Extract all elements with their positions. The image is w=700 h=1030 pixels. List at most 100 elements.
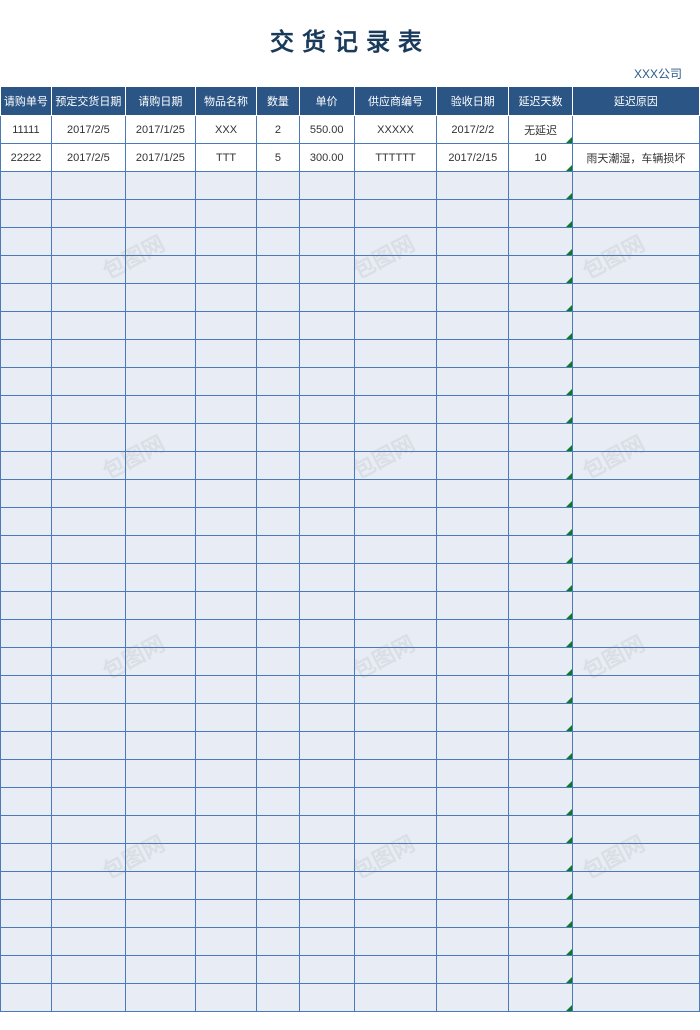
cell-empty[interactable] xyxy=(437,228,509,256)
cell-empty[interactable] xyxy=(257,900,299,928)
cell-empty[interactable] xyxy=(125,228,195,256)
cell-empty[interactable] xyxy=(572,200,699,228)
cell-empty[interactable] xyxy=(299,424,354,452)
cell-empty[interactable] xyxy=(1,564,52,592)
cell-empty[interactable] xyxy=(51,676,125,704)
cell-empty[interactable] xyxy=(572,984,699,1012)
cell-empty[interactable] xyxy=(1,172,52,200)
cell-empty[interactable] xyxy=(257,928,299,956)
cell-empty[interactable] xyxy=(195,872,256,900)
cell-empty[interactable] xyxy=(195,452,256,480)
cell-empty[interactable] xyxy=(437,424,509,452)
cell-order_no[interactable]: 11111 xyxy=(1,116,52,144)
cell-empty[interactable] xyxy=(257,956,299,984)
cell-unit_price[interactable]: 550.00 xyxy=(299,116,354,144)
cell-empty[interactable] xyxy=(572,480,699,508)
cell-empty[interactable] xyxy=(257,284,299,312)
cell-empty[interactable] xyxy=(125,536,195,564)
cell-scheduled_date[interactable]: 2017/2/5 xyxy=(51,144,125,172)
cell-empty[interactable] xyxy=(125,760,195,788)
cell-empty[interactable] xyxy=(257,172,299,200)
cell-empty[interactable] xyxy=(257,200,299,228)
cell-empty[interactable] xyxy=(195,172,256,200)
cell-empty[interactable] xyxy=(437,284,509,312)
cell-empty[interactable] xyxy=(299,648,354,676)
cell-empty[interactable] xyxy=(299,340,354,368)
cell-empty[interactable] xyxy=(437,760,509,788)
cell-empty[interactable] xyxy=(51,620,125,648)
cell-empty[interactable] xyxy=(509,312,573,340)
cell-quantity[interactable]: 2 xyxy=(257,116,299,144)
cell-empty[interactable] xyxy=(437,592,509,620)
cell-empty[interactable] xyxy=(354,312,437,340)
cell-empty[interactable] xyxy=(572,340,699,368)
cell-empty[interactable] xyxy=(257,424,299,452)
cell-empty[interactable] xyxy=(125,732,195,760)
cell-empty[interactable] xyxy=(1,424,52,452)
cell-empty[interactable] xyxy=(299,760,354,788)
cell-empty[interactable] xyxy=(572,452,699,480)
cell-empty[interactable] xyxy=(509,648,573,676)
cell-empty[interactable] xyxy=(299,312,354,340)
cell-empty[interactable] xyxy=(125,256,195,284)
cell-empty[interactable] xyxy=(509,704,573,732)
cell-empty[interactable] xyxy=(1,452,52,480)
cell-empty[interactable] xyxy=(437,480,509,508)
cell-empty[interactable] xyxy=(125,984,195,1012)
cell-empty[interactable] xyxy=(1,704,52,732)
cell-empty[interactable] xyxy=(51,536,125,564)
cell-empty[interactable] xyxy=(257,396,299,424)
cell-empty[interactable] xyxy=(51,760,125,788)
cell-empty[interactable] xyxy=(437,928,509,956)
cell-empty[interactable] xyxy=(354,536,437,564)
cell-empty[interactable] xyxy=(509,844,573,872)
cell-empty[interactable] xyxy=(354,676,437,704)
cell-empty[interactable] xyxy=(354,200,437,228)
cell-empty[interactable] xyxy=(195,732,256,760)
cell-empty[interactable] xyxy=(1,200,52,228)
cell-empty[interactable] xyxy=(572,844,699,872)
cell-empty[interactable] xyxy=(299,564,354,592)
cell-delay_reason[interactable] xyxy=(572,116,699,144)
cell-empty[interactable] xyxy=(1,760,52,788)
cell-empty[interactable] xyxy=(195,900,256,928)
cell-empty[interactable] xyxy=(195,424,256,452)
cell-empty[interactable] xyxy=(509,480,573,508)
cell-request_date[interactable]: 2017/1/25 xyxy=(125,116,195,144)
cell-empty[interactable] xyxy=(257,732,299,760)
cell-empty[interactable] xyxy=(572,956,699,984)
cell-empty[interactable] xyxy=(437,872,509,900)
cell-empty[interactable] xyxy=(572,228,699,256)
cell-empty[interactable] xyxy=(51,872,125,900)
cell-empty[interactable] xyxy=(1,284,52,312)
cell-empty[interactable] xyxy=(299,676,354,704)
cell-empty[interactable] xyxy=(125,704,195,732)
cell-empty[interactable] xyxy=(437,256,509,284)
cell-empty[interactable] xyxy=(257,228,299,256)
cell-quantity[interactable]: 5 xyxy=(257,144,299,172)
cell-empty[interactable] xyxy=(195,480,256,508)
cell-empty[interactable] xyxy=(509,564,573,592)
cell-empty[interactable] xyxy=(299,620,354,648)
cell-empty[interactable] xyxy=(509,536,573,564)
cell-empty[interactable] xyxy=(354,592,437,620)
cell-empty[interactable] xyxy=(51,228,125,256)
cell-empty[interactable] xyxy=(354,424,437,452)
cell-empty[interactable] xyxy=(354,928,437,956)
cell-accept_date[interactable]: 2017/2/15 xyxy=(437,144,509,172)
cell-empty[interactable] xyxy=(257,536,299,564)
cell-empty[interactable] xyxy=(437,368,509,396)
cell-empty[interactable] xyxy=(437,508,509,536)
cell-empty[interactable] xyxy=(437,900,509,928)
cell-empty[interactable] xyxy=(572,816,699,844)
cell-empty[interactable] xyxy=(572,256,699,284)
cell-empty[interactable] xyxy=(1,228,52,256)
cell-empty[interactable] xyxy=(1,368,52,396)
cell-empty[interactable] xyxy=(195,200,256,228)
cell-empty[interactable] xyxy=(437,620,509,648)
cell-empty[interactable] xyxy=(572,284,699,312)
cell-empty[interactable] xyxy=(299,284,354,312)
cell-empty[interactable] xyxy=(125,592,195,620)
cell-empty[interactable] xyxy=(299,368,354,396)
cell-empty[interactable] xyxy=(509,620,573,648)
